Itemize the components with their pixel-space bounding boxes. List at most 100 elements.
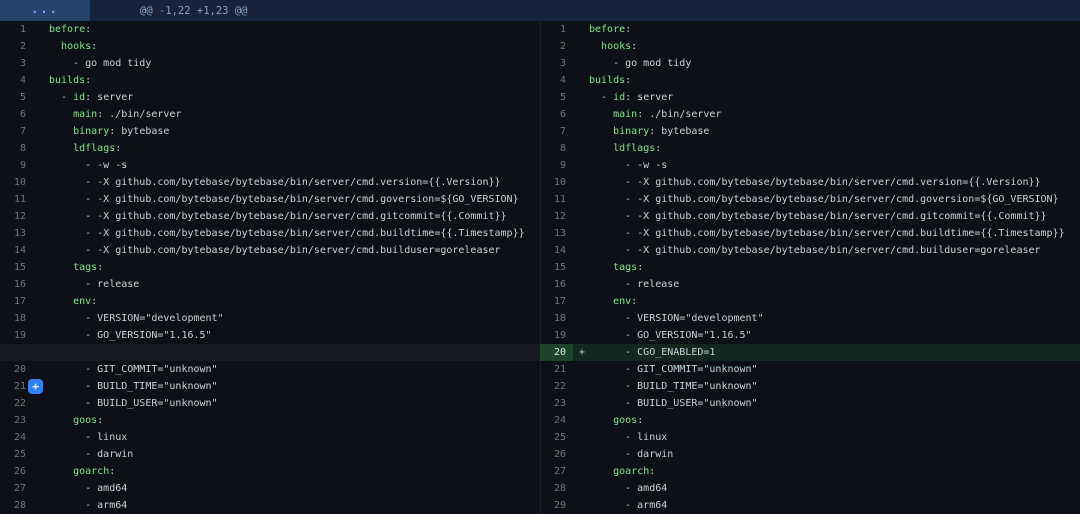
line-number[interactable]: 22 xyxy=(0,395,33,412)
line-number[interactable]: 3 xyxy=(540,55,573,72)
line-number[interactable]: 24 xyxy=(0,429,33,446)
line-number[interactable]: 1 xyxy=(0,21,33,38)
code-text: - -w -s xyxy=(33,157,127,174)
code-line: - GO_VERSION="1.16.5" xyxy=(573,327,1080,344)
code-text: - go mod tidy xyxy=(33,55,151,72)
line-number[interactable]: 8 xyxy=(0,140,33,157)
code-line: - id: server xyxy=(573,89,1080,106)
line-number[interactable]: 9 xyxy=(540,157,573,174)
diff-row: 28 - amd64 xyxy=(540,480,1080,497)
line-number[interactable]: 14 xyxy=(540,242,573,259)
line-number[interactable]: 23 xyxy=(0,412,33,429)
diff-row: 27 - amd64 xyxy=(0,480,540,497)
diff-panes: + 1before:2 hooks:3 - go mod tidy4builds… xyxy=(0,21,1080,514)
line-number[interactable]: 16 xyxy=(0,276,33,293)
code-line: - BUILD_TIME="unknown" xyxy=(573,378,1080,395)
code-text: - release xyxy=(573,276,679,293)
code-text: - BUILD_TIME="unknown" xyxy=(33,378,218,395)
code-line: tags: xyxy=(33,259,540,276)
line-number[interactable]: 5 xyxy=(0,89,33,106)
diff-row: 29 - arm64 xyxy=(540,497,1080,514)
code-line: - linux xyxy=(573,429,1080,446)
line-number[interactable]: 2 xyxy=(540,38,573,55)
line-number[interactable]: 4 xyxy=(540,72,573,89)
diff-row: 8 ldflags: xyxy=(540,140,1080,157)
line-number[interactable]: 7 xyxy=(0,123,33,140)
line-number[interactable]: 18 xyxy=(540,310,573,327)
line-number[interactable]: 9 xyxy=(0,157,33,174)
line-number[interactable]: 29 xyxy=(540,497,573,514)
code-line: - -X github.com/bytebase/bytebase/bin/se… xyxy=(33,174,540,191)
line-number[interactable]: 13 xyxy=(0,225,33,242)
line-number[interactable]: 28 xyxy=(540,480,573,497)
code-line: main: ./bin/server xyxy=(573,106,1080,123)
diff-row: 25 - darwin xyxy=(0,446,540,463)
line-number[interactable]: 25 xyxy=(540,429,573,446)
line-number[interactable]: 8 xyxy=(540,140,573,157)
line-number[interactable]: 26 xyxy=(0,463,33,480)
line-number[interactable]: 16 xyxy=(540,276,573,293)
line-number[interactable]: 19 xyxy=(540,327,573,344)
line-number[interactable]: 7 xyxy=(540,123,573,140)
code-text: - darwin xyxy=(33,446,133,463)
line-number[interactable]: 11 xyxy=(540,191,573,208)
line-number[interactable]: 14 xyxy=(0,242,33,259)
code-text: - -X github.com/bytebase/bytebase/bin/se… xyxy=(33,225,525,242)
line-number[interactable]: 4 xyxy=(0,72,33,89)
line-number[interactable]: 12 xyxy=(540,208,573,225)
line-number[interactable]: 10 xyxy=(540,174,573,191)
line-number[interactable]: 22 xyxy=(540,378,573,395)
diff-row: 1before: xyxy=(0,21,540,38)
line-number[interactable]: 3 xyxy=(0,55,33,72)
line-number[interactable]: 5 xyxy=(540,89,573,106)
line-number[interactable]: 20 xyxy=(540,344,573,361)
hunk-header: ... @@ -1,22 +1,23 @@ xyxy=(0,0,1080,21)
line-number[interactable]: 10 xyxy=(0,174,33,191)
line-number[interactable]: 23 xyxy=(540,395,573,412)
code-line: - VERSION="development" xyxy=(573,310,1080,327)
code-line: env: xyxy=(33,293,540,310)
line-number[interactable]: 15 xyxy=(0,259,33,276)
line-number[interactable]: 13 xyxy=(540,225,573,242)
code-line: before: xyxy=(573,21,1080,38)
diff-row: 25 - linux xyxy=(540,429,1080,446)
line-number[interactable]: 20 xyxy=(0,361,33,378)
diff-row: 16 - release xyxy=(0,276,540,293)
line-number[interactable]: 27 xyxy=(540,463,573,480)
line-number[interactable]: 11 xyxy=(0,191,33,208)
code-text: - release xyxy=(33,276,139,293)
line-number[interactable]: 15 xyxy=(540,259,573,276)
line-number[interactable]: 17 xyxy=(540,293,573,310)
diff-row: 13 - -X github.com/bytebase/bytebase/bin… xyxy=(540,225,1080,242)
line-number[interactable]: 28 xyxy=(0,497,33,514)
code-line: ldflags: xyxy=(573,140,1080,157)
line-number[interactable]: 19 xyxy=(0,327,33,344)
line-number[interactable]: 26 xyxy=(540,446,573,463)
code-text: - GIT_COMMIT="unknown" xyxy=(33,361,218,378)
line-number[interactable]: 12 xyxy=(0,208,33,225)
line-number[interactable]: 1 xyxy=(540,21,573,38)
code-text: hooks: xyxy=(33,38,97,55)
line-number[interactable]: 24 xyxy=(540,412,573,429)
line-number[interactable]: 27 xyxy=(0,480,33,497)
code-line: goarch: xyxy=(573,463,1080,480)
code-text: - linux xyxy=(33,429,127,446)
code-line: ldflags: xyxy=(33,140,540,157)
code-line: - -X github.com/bytebase/bytebase/bin/se… xyxy=(33,242,540,259)
diff-row: 7 binary: bytebase xyxy=(540,123,1080,140)
split-diff-view: ... @@ -1,22 +1,23 @@ + 1before:2 hooks:… xyxy=(0,0,1080,514)
expand-hunk-button[interactable]: ... xyxy=(0,0,90,21)
diff-row: 23 goos: xyxy=(0,412,540,429)
line-number[interactable]: 21 xyxy=(540,361,573,378)
line-number[interactable]: 2 xyxy=(0,38,33,55)
line-number[interactable]: 17 xyxy=(0,293,33,310)
code-line: - BUILD_USER="unknown" xyxy=(33,395,540,412)
diff-row: 4builds: xyxy=(540,72,1080,89)
line-number[interactable]: 25 xyxy=(0,446,33,463)
code-line: - BUILD_USER="unknown" xyxy=(573,395,1080,412)
line-number[interactable]: 6 xyxy=(0,106,33,123)
code-text: env: xyxy=(33,293,97,310)
line-number[interactable]: 18 xyxy=(0,310,33,327)
line-number[interactable]: 6 xyxy=(540,106,573,123)
diff-row: 10 - -X github.com/bytebase/bytebase/bin… xyxy=(540,174,1080,191)
